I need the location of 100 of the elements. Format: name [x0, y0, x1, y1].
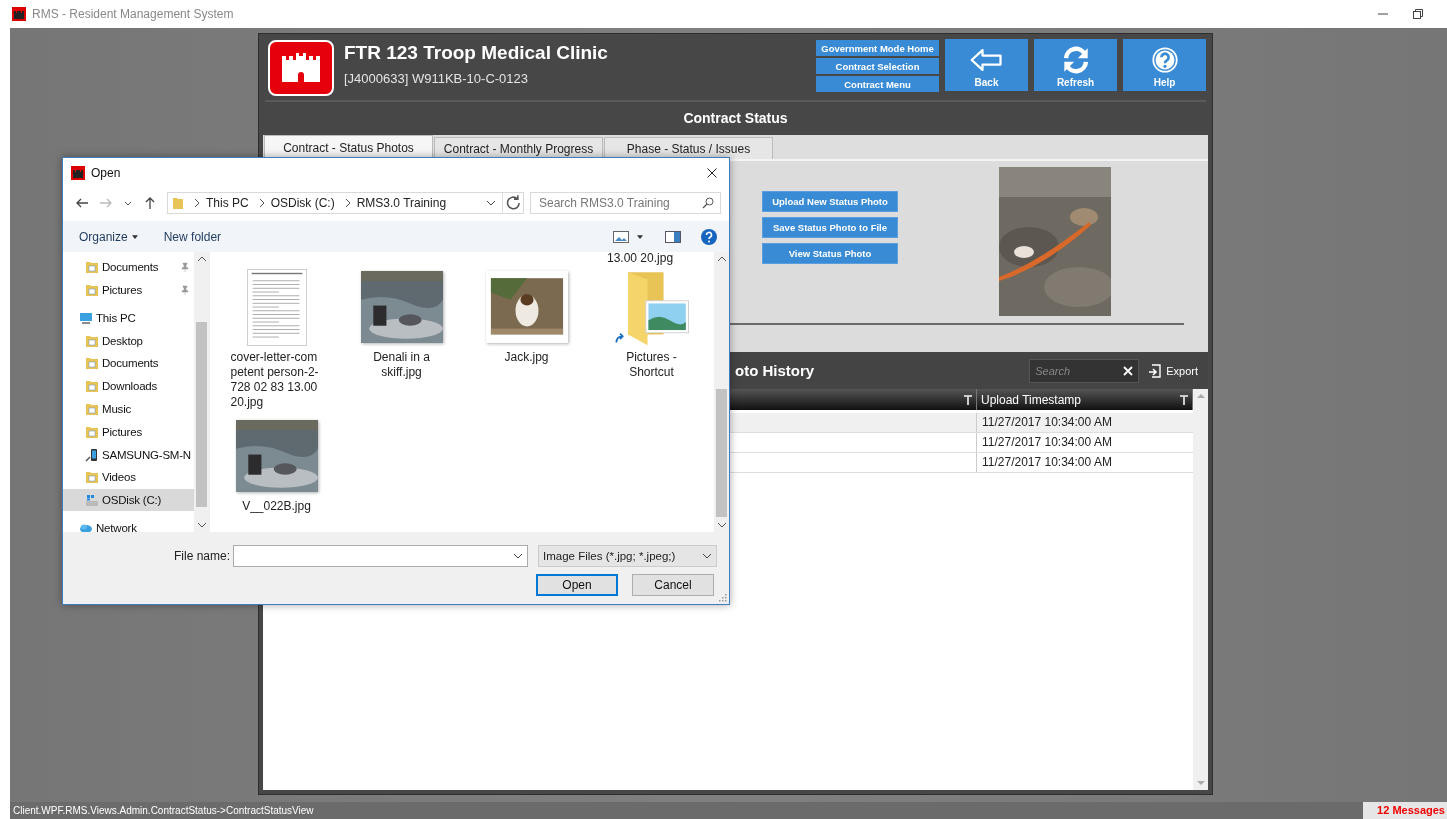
table-cell-text: 11/27/2017 10:34:00 AM: [981, 414, 1113, 431]
address-bar[interactable]: This PC OSDisk (C:) RMS3.0 Training: [167, 192, 524, 214]
chevron-icon: [194, 198, 200, 208]
export-icon: [1147, 362, 1164, 379]
tab[interactable]: Contract - Status Photos: [264, 135, 433, 159]
field-label: File name:: [174, 549, 231, 563]
section-title: oto History: [735, 362, 815, 379]
scroll-up-icon[interactable]: [196, 256, 207, 262]
scrollbar[interactable]: [714, 252, 729, 532]
photo-action-button[interactable]: Save Status Photo to File: [762, 217, 898, 238]
page-title: Contract Status: [682, 109, 789, 128]
file-name[interactable]: Jack.jpg: [480, 350, 573, 365]
nav-item[interactable]: This PC: [63, 306, 194, 329]
scrollbar[interactable]: [194, 252, 209, 532]
filter-icon[interactable]: [1180, 394, 1188, 405]
folder-icon: [85, 470, 99, 485]
dialog-title: Open: [91, 166, 121, 180]
nav-item[interactable]: Pictures: [63, 278, 194, 301]
view-path: Client.WPF.RMS.Views.Admin.ContractStatus->ContractStatusView: [12, 804, 315, 818]
document-thumbnail[interactable]: [246, 268, 307, 346]
castle-icon: [71, 166, 85, 180]
view-icon[interactable]: [613, 230, 629, 243]
computer-icon: [79, 310, 93, 325]
nav-item[interactable]: Downloads: [63, 375, 194, 398]
dropdown-caret-icon: [702, 553, 713, 559]
toolbar-button[interactable]: Back: [945, 39, 1028, 91]
tab[interactable]: Phase - Status / Issues: [604, 137, 773, 159]
castle-icon: [12, 7, 26, 21]
nav-item[interactable]: Music: [63, 398, 194, 420]
folder-icon: [85, 402, 99, 416]
restore-icon[interactable]: [1412, 8, 1424, 20]
window-title: RMS - Resident Management System: [32, 7, 234, 21]
chevron-icon: [258, 198, 265, 208]
caret-icon[interactable]: [637, 234, 643, 239]
folder-icon: [85, 282, 99, 297]
nav-item[interactable]: Documents: [63, 352, 194, 375]
nav-item[interactable]: SAMSUNG-SM-N: [63, 443, 194, 466]
breadcrumb[interactable]: RMS3.0 Training: [356, 196, 447, 210]
nav-item[interactable]: Documents: [63, 256, 194, 278]
tab[interactable]: Contract - Monthly Progress: [434, 137, 603, 159]
filter-icon[interactable]: [964, 394, 972, 405]
file-name-field[interactable]: [233, 545, 529, 567]
breadcrumb[interactable]: OSDisk (C:): [270, 196, 335, 210]
scroll-up-icon[interactable]: [716, 256, 727, 262]
castle-logo: [268, 40, 334, 96]
caret-icon: [131, 234, 138, 239]
file-name[interactable]: Denali in a skiff.jpg: [355, 350, 448, 380]
toolbar-button[interactable]: Help: [1123, 39, 1206, 91]
close-icon[interactable]: [707, 168, 717, 178]
folder-icon: [172, 196, 184, 210]
nav-link-button[interactable]: Government Mode Home: [816, 40, 939, 56]
refresh-icon[interactable]: [502, 193, 523, 213]
search-field[interactable]: Search: [1029, 358, 1140, 383]
organize-menu[interactable]: Organize: [79, 229, 128, 244]
file-label: 13.00 20.jpg: [607, 252, 674, 265]
clinic-title: FTR 123 Troop Medical Clinic: [344, 42, 609, 64]
new-folder-button[interactable]: New folder: [163, 229, 222, 244]
back-arrow-icon: [968, 46, 1005, 74]
open-button[interactable]: Open: [536, 574, 618, 596]
photo-action-button[interactable]: View Status Photo: [762, 243, 898, 264]
help-icon[interactable]: [701, 228, 717, 245]
nav-item[interactable]: Pictures: [63, 420, 194, 443]
file-name[interactable]: V__022B.jpg: [230, 499, 323, 514]
nav-item[interactable]: Videos: [63, 466, 194, 489]
pin-icon[interactable]: [180, 284, 190, 295]
message-count[interactable]: 12 Messages: [1363, 802, 1447, 819]
file-name[interactable]: cover-letter-com petent person-2-728 02 83 13.00 20.jpg: [230, 350, 323, 410]
scroll-down-icon[interactable]: [196, 522, 207, 528]
folder-icon: [85, 356, 99, 371]
phone-icon: [85, 447, 99, 462]
clear-icon[interactable]: [1123, 365, 1134, 376]
contract-number: [J4000633] W911KB-10-C-0123: [344, 71, 530, 86]
pin-icon[interactable]: [180, 262, 190, 272]
up-arrow-icon[interactable]: [143, 196, 157, 210]
dropdown-caret-icon[interactable]: [513, 553, 524, 559]
folder-icon: [85, 379, 99, 394]
folder-icon: [85, 333, 99, 348]
chevron-icon: [344, 198, 351, 208]
toolbar-button[interactable]: Refresh: [1034, 39, 1117, 91]
preview-pane-icon[interactable]: [665, 230, 681, 243]
scroll-down-icon[interactable]: [716, 522, 727, 528]
file-name[interactable]: Pictures - Shortcut: [605, 350, 698, 380]
drive-icon: [85, 493, 99, 508]
table-cell-text: 11/27/2017 10:34:00 AM: [981, 434, 1113, 451]
nav-link-button[interactable]: Contract Selection: [816, 58, 939, 74]
nav-item[interactable]: OSDisk (C:): [63, 489, 194, 512]
breadcrumb[interactable]: This PC: [206, 196, 249, 210]
back-arrow-icon[interactable]: [75, 196, 89, 210]
nav-link-button[interactable]: Contract Menu: [816, 76, 939, 92]
nav-item[interactable]: Desktop: [63, 329, 194, 352]
file-type-dropdown[interactable]: Image Files (*.jpg; *.jpeg;): [538, 545, 718, 567]
dropdown-caret-icon[interactable]: [486, 198, 496, 208]
folder-icon: [85, 424, 99, 439]
folder-icon: [85, 260, 99, 274]
photo-action-button[interactable]: Upload New Status Photo: [762, 191, 898, 212]
cancel-button[interactable]: Cancel: [632, 574, 714, 596]
table-cell-text: 11/27/2017 10:34:00 AM: [981, 454, 1113, 471]
export-button[interactable]: Export: [1147, 362, 1198, 379]
resize-grip-icon[interactable]: [719, 594, 727, 602]
search-icon: [702, 197, 714, 209]
